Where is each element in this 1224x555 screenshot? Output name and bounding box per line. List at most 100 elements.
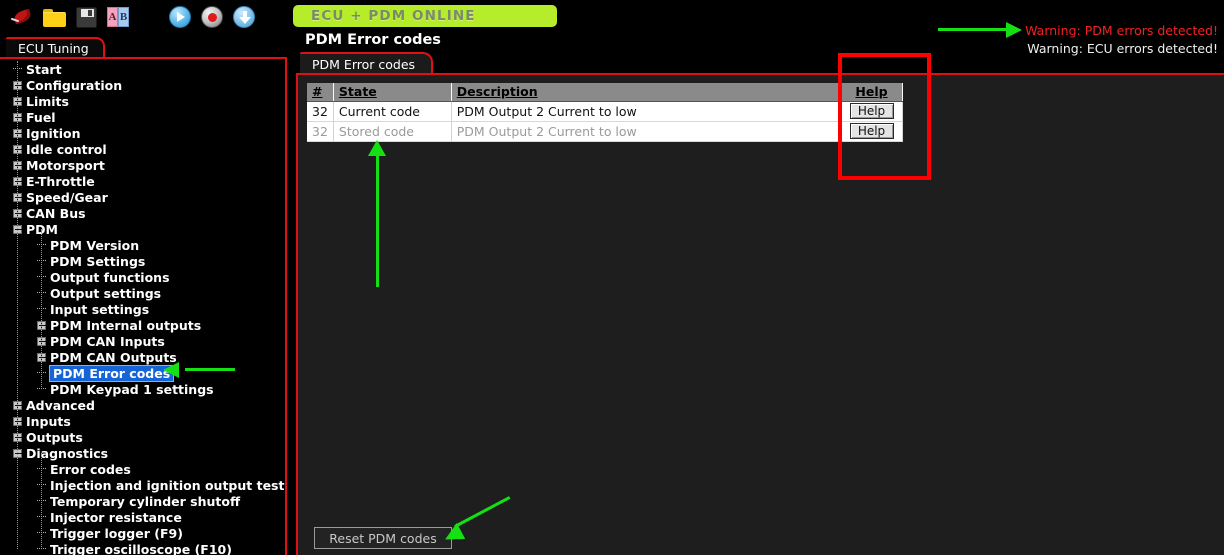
compare-ab-icon[interactable]: A B <box>104 3 132 31</box>
sidebar-item-idle-control[interactable]: Idle control <box>0 141 285 157</box>
table-col-header-label: # <box>312 84 323 100</box>
sidebar-item-label: Output settings <box>50 285 162 301</box>
cell-description: PDM Output 2 Current to low <box>451 101 842 122</box>
sidebar-item-label: Output functions <box>50 269 170 285</box>
sidebar-item-error-codes[interactable]: Error codes <box>0 461 285 477</box>
sidebar-item-label: PDM CAN Inputs <box>50 333 165 349</box>
sidebar-item-label: PDM Internal outputs <box>50 317 202 333</box>
sidebar-item-label: Configuration <box>26 77 123 93</box>
tree-connector-line <box>41 453 42 549</box>
download-icon[interactable] <box>230 3 258 31</box>
sidebar-item-diagnostics[interactable]: Diagnostics <box>0 445 285 461</box>
sidebar-item-start[interactable]: Start <box>0 61 285 77</box>
sidebar-item-label: Injection and ignition output test <box>50 477 285 493</box>
table-row[interactable]: 32 Current code PDM Output 2 Current to lo… <box>307 101 903 122</box>
sidebar-item-label: Ignition <box>26 125 81 141</box>
sidebar-item-pdm-settings[interactable]: PDM Settings <box>0 253 285 269</box>
cell-help: Help <box>840 121 903 142</box>
sidebar-item-temporary-cylinder-shutoff[interactable]: Temporary cylinder shutoff <box>0 493 285 509</box>
sidebar-item-motorsport[interactable]: Motorsport <box>0 157 285 173</box>
cell-number: 32 <box>307 121 334 142</box>
record-icon[interactable] <box>198 3 226 31</box>
table-col-header-state[interactable]: State <box>333 83 452 102</box>
sidebar-item-label: PDM Keypad 1 settings <box>50 381 214 397</box>
sidebar-item-ignition[interactable]: Ignition <box>0 125 285 141</box>
sidebar-item-label: Advanced <box>26 397 95 413</box>
help-button[interactable]: Help <box>849 103 894 119</box>
tune-feather-icon[interactable] <box>8 3 36 31</box>
sidebar-item-label: Inputs <box>26 413 71 429</box>
sidebar-item-label: Injector resistance <box>50 509 182 525</box>
app-window: A B ECU + PDM ONLINE PDM Error codes War… <box>0 0 1224 555</box>
save-floppy-icon[interactable] <box>72 3 100 31</box>
sidebar-item-can-bus[interactable]: CAN Bus <box>0 205 285 221</box>
sidebar-item-input-settings[interactable]: Input settings <box>0 301 285 317</box>
table-col-header-label: Help <box>855 84 888 100</box>
arrow-to-pdm-warning-head <box>1006 22 1022 38</box>
sidebar-item-e-throttle[interactable]: E-Throttle <box>0 173 285 189</box>
sidebar-item-label: CAN Bus <box>26 205 86 221</box>
table-col-header-description[interactable]: Description <box>451 83 842 102</box>
tab-pdm-error-codes[interactable]: PDM Error codes <box>300 52 434 74</box>
sidebar-item-label: Input settings <box>50 301 150 317</box>
navigation-tree: Start Configuration Limits Fuel Ignition Idle… <box>0 61 285 555</box>
sidebar-item-pdm-error-codes[interactable]: PDM Error codes <box>0 364 285 382</box>
sidebar-panel: Start Configuration Limits Fuel Ignition Idle… <box>0 57 287 555</box>
tab-ecu-tuning[interactable]: ECU Tuning <box>6 37 105 58</box>
table-row[interactable]: 32 Stored code PDM Output 2 Current to low… <box>307 121 903 142</box>
sidebar-item-pdm-keypad-1-settings[interactable]: PDM Keypad 1 settings <box>0 381 285 397</box>
table-col-header-label: State <box>338 84 377 100</box>
sidebar-item-advanced[interactable]: Advanced <box>0 397 285 413</box>
sidebar-item-trigger-oscilloscope-f10[interactable]: Trigger oscilloscope (F10) <box>0 541 285 555</box>
cell-number: 32 <box>307 101 334 122</box>
sidebar-item-label: Speed/Gear <box>26 189 108 205</box>
sidebar-item-pdm[interactable]: PDM <box>0 221 285 237</box>
tree-connector-line <box>41 229 42 389</box>
sidebar-item-label: E-Throttle <box>26 173 95 189</box>
sidebar-item-pdm-internal-outputs[interactable]: PDM Internal outputs <box>0 317 285 333</box>
help-button[interactable]: Help <box>849 123 894 139</box>
sidebar-item-output-functions[interactable]: Output functions <box>0 269 285 285</box>
cell-state: Stored code <box>333 121 452 142</box>
sidebar-item-label: PDM CAN Outputs <box>50 349 177 365</box>
cell-description: PDM Output 2 Current to low <box>451 121 842 142</box>
compare-ab-a-label: A <box>107 7 118 27</box>
sidebar-item-injection-and-ignition-output-test[interactable]: Injection and ignition output test <box>0 477 285 493</box>
sidebar-item-label: Start <box>26 61 62 77</box>
arrow-to-error-table-shaft <box>376 152 379 287</box>
sidebar-item-label: PDM Version <box>50 237 140 253</box>
sidebar-item-trigger-logger-f9[interactable]: Trigger logger (F9) <box>0 525 285 541</box>
table-col-header-[interactable]: # <box>307 83 334 102</box>
sidebar-item-limits[interactable]: Limits <box>0 93 285 109</box>
sidebar-item-injector-resistance[interactable]: Injector resistance <box>0 509 285 525</box>
sidebar-item-label: Motorsport <box>26 157 105 173</box>
page-title: PDM Error codes <box>305 32 441 48</box>
arrow-to-sidebar-selection-shaft <box>185 368 235 371</box>
sidebar-item-label: Temporary cylinder shutoff <box>50 493 241 509</box>
sidebar-item-label: Diagnostics <box>26 445 109 461</box>
main-tabstrip: PDM Error codes <box>296 52 1224 74</box>
sidebar-item-speed-gear[interactable]: Speed/Gear <box>0 189 285 205</box>
compare-ab-b-label: B <box>118 7 129 27</box>
table-col-header-help[interactable]: Help <box>840 83 903 102</box>
sidebar-item-output-settings[interactable]: Output settings <box>0 285 285 301</box>
sidebar-item-fuel[interactable]: Fuel <box>0 109 285 125</box>
open-folder-icon[interactable] <box>40 3 68 31</box>
arrow-to-sidebar-selection-head <box>163 362 179 378</box>
tree-connector-line <box>17 61 18 549</box>
sidebar-tabstrip: ECU Tuning <box>0 37 290 58</box>
arrow-to-pdm-warning-shaft <box>938 28 1010 31</box>
sidebar-item-inputs[interactable]: Inputs <box>0 413 285 429</box>
arrow-to-error-table-head <box>368 140 386 156</box>
sidebar-item-configuration[interactable]: Configuration <box>0 77 285 93</box>
cell-help: Help <box>840 101 903 122</box>
online-status-badge: ECU + PDM ONLINE <box>293 5 557 27</box>
table-col-header-label: Description <box>456 84 538 100</box>
sidebar-item-outputs[interactable]: Outputs <box>0 429 285 445</box>
sidebar-item-pdm-version[interactable]: PDM Version <box>0 237 285 253</box>
sidebar-item-pdm-can-outputs[interactable]: PDM CAN Outputs <box>0 349 285 365</box>
reset-pdm-codes-button[interactable]: Reset PDM codes <box>314 527 452 549</box>
sidebar-item-pdm-can-inputs[interactable]: PDM CAN Inputs <box>0 333 285 349</box>
play-icon[interactable] <box>166 3 194 31</box>
sidebar-item-label: Fuel <box>26 109 56 125</box>
